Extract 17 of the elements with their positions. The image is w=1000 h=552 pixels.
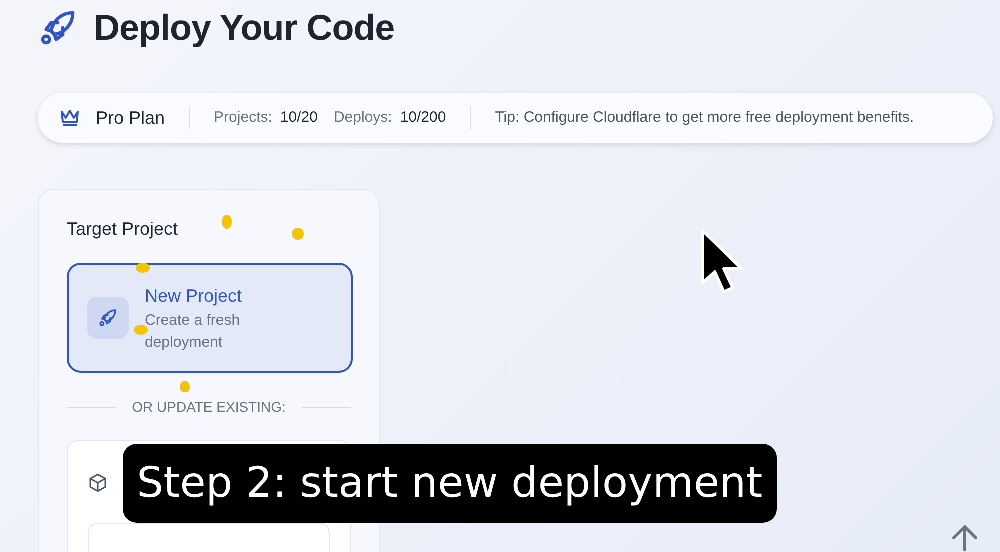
arrow-up-icon[interactable] bbox=[950, 524, 980, 552]
stat-label: Projects: bbox=[214, 108, 272, 128]
crown-icon bbox=[60, 109, 80, 128]
stat-value: 10/20 bbox=[280, 108, 318, 128]
stat-label: Deploys: bbox=[334, 108, 392, 128]
rocket-icon bbox=[98, 308, 118, 328]
page-title: Deploy Your Code bbox=[94, 6, 395, 50]
option-title: New Project bbox=[145, 284, 244, 308]
stat-value: 10/200 bbox=[400, 108, 446, 128]
tip-text: Tip: Configure Cloudflare to get more free deployment benefits. bbox=[495, 108, 914, 128]
divider-label: OR UPDATE EXISTING: bbox=[132, 398, 286, 418]
cube-icon bbox=[88, 472, 108, 493]
project-option[interactable]: New Project Create a fresh deployment bbox=[67, 263, 353, 374]
subtitle-overlay: Step 2: start new deployment bbox=[123, 444, 777, 523]
option-description: Create a fresh deployment bbox=[145, 310, 242, 353]
plan-name: Pro Plan bbox=[96, 106, 166, 130]
section-heading: Target Project bbox=[67, 218, 180, 242]
